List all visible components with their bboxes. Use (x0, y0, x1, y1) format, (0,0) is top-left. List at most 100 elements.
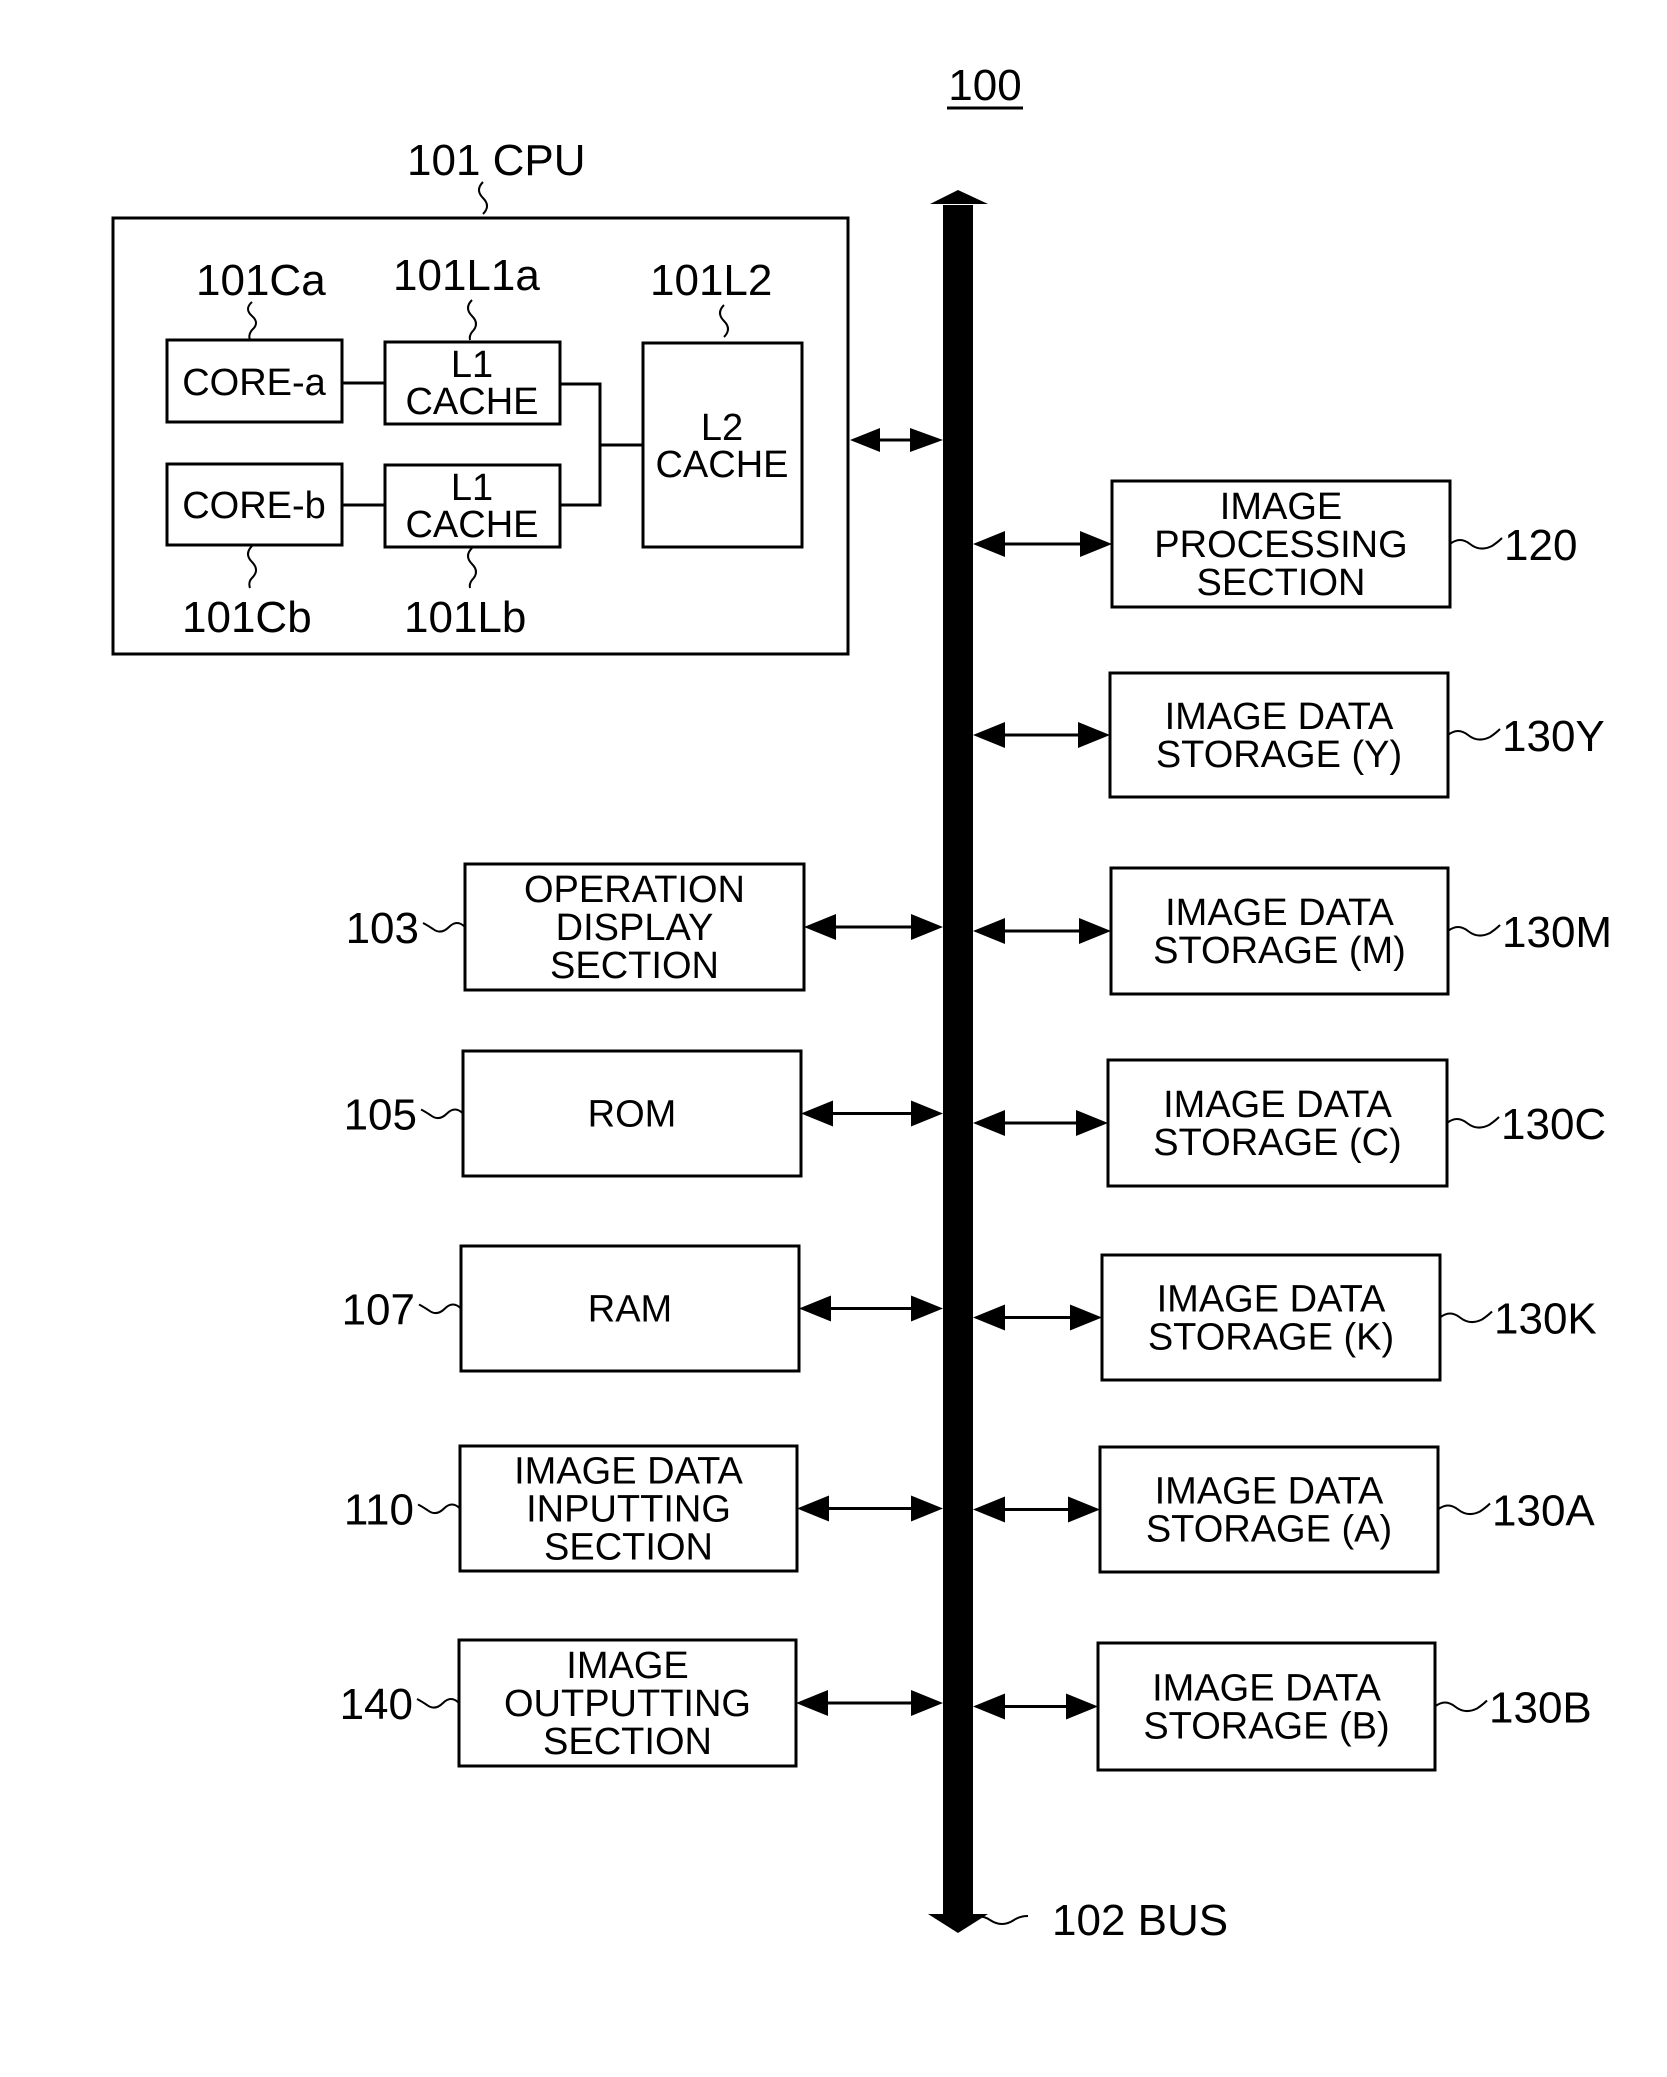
arrowhead-right (1080, 531, 1112, 557)
reference-leader (416, 1698, 460, 1709)
block-105: ROM 105 (344, 1049, 943, 1178)
reference-leader (1447, 728, 1501, 741)
arrowhead-left (973, 1304, 1005, 1331)
arrowhead-left (801, 1100, 833, 1127)
block-reference: 130K (1494, 1295, 1597, 1344)
reference-leader (418, 1303, 462, 1315)
reference-leader (422, 922, 466, 933)
arrowhead-left (804, 914, 836, 940)
block-reference: 130A (1492, 1487, 1595, 1536)
arrowhead-right (1066, 1693, 1098, 1720)
reference-leader (1446, 1116, 1500, 1129)
cpu-bus-connector (850, 428, 943, 452)
block-label-line: STORAGE (A) (1146, 1509, 1392, 1551)
block-label-line: STORAGE (K) (1148, 1317, 1394, 1359)
l1-b-ref: 101Lb (404, 593, 526, 642)
block-140: IMAGEOUTPUTTINGSECTION 140 (340, 1638, 943, 1768)
block-label-line: IMAGE DATA (1152, 1668, 1381, 1710)
block-130y: IMAGE DATASTORAGE (Y) 130Y (973, 671, 1605, 799)
bus-ref-label: 102 BUS (1052, 1896, 1228, 1945)
block-reference: 130C (1501, 1100, 1606, 1149)
block-130k: IMAGE DATASTORAGE (K) 130K (973, 1253, 1597, 1382)
arrowhead-right (911, 1100, 943, 1127)
arrowhead-right (1078, 722, 1110, 748)
l1-b-line1: L1 (451, 467, 493, 509)
arrowhead-left (850, 428, 880, 452)
block-reference: 103 (346, 904, 419, 953)
arrowhead-right (911, 1690, 943, 1716)
block-label-line: ROM (588, 1094, 677, 1136)
block-label-line: SECTION (1197, 562, 1366, 604)
block-reference: 130B (1489, 1684, 1592, 1733)
block-label-line: STORAGE (Y) (1156, 734, 1402, 776)
arrowhead-right (1079, 918, 1111, 944)
l1-b-line2: CACHE (405, 504, 538, 546)
block-130m: IMAGE DATASTORAGE (M) 130M (973, 866, 1612, 996)
cpu-leader-line (478, 181, 488, 215)
cpu-block: 101 CPU 101Ca CORE-a 101L1a L1 CACHE 101… (111, 136, 850, 656)
bus-bar (943, 205, 973, 1915)
block-label-line: STORAGE (C) (1153, 1122, 1401, 1164)
block-label-line: IMAGE (566, 1645, 688, 1687)
block-reference: 110 (344, 1486, 414, 1535)
cpu-ref-label: 101 CPU (407, 136, 586, 185)
arrowhead-left (797, 1495, 829, 1522)
arrowhead-left (973, 1693, 1005, 1720)
block-label-line: IMAGE (1220, 486, 1342, 528)
l1-a-line1: L1 (451, 344, 493, 386)
block-label-line: OUTPUTTING (504, 1683, 751, 1725)
l1-a-ref: 101L1a (393, 251, 540, 300)
block-label-line: IMAGE DATA (514, 1451, 743, 1493)
block-label-line: IMAGE DATA (1155, 1471, 1384, 1513)
block-120: IMAGEPROCESSINGSECTION 120 (973, 479, 1577, 609)
arrowhead-right (1070, 1304, 1102, 1331)
block-label-line: IMAGE DATA (1163, 1084, 1392, 1126)
block-label-line: DISPLAY (556, 907, 714, 949)
block-label-line: PROCESSING (1154, 524, 1407, 566)
arrowhead-right (1068, 1496, 1100, 1523)
reference-leader (1447, 924, 1501, 937)
right-blocks: IMAGEPROCESSINGSECTION120IMAGE DATASTORA… (973, 479, 1612, 1772)
block-label-line: STORAGE (M) (1153, 930, 1406, 972)
block-130b: IMAGE DATASTORAGE (B) 130B (973, 1641, 1592, 1772)
l2-line1: L2 (701, 407, 743, 449)
block-label-line: SECTION (550, 945, 719, 987)
arrowhead-left (973, 722, 1005, 748)
block-reference: 107 (342, 1286, 415, 1335)
block-107: RAM 107 (342, 1244, 943, 1373)
block-130c: IMAGE DATASTORAGE (C) 130C (973, 1058, 1606, 1188)
block-label-line: RAM (588, 1289, 672, 1331)
core-b-ref: 101Cb (182, 593, 312, 642)
block-reference: 105 (344, 1091, 417, 1140)
arrowhead-right (911, 914, 943, 940)
reference-leader (420, 1108, 464, 1120)
reference-leader (1437, 1502, 1491, 1516)
reference-leader (1434, 1699, 1488, 1713)
core-b-label: CORE-b (182, 485, 326, 527)
block-reference: 130M (1502, 908, 1612, 957)
arrowhead-left (796, 1690, 828, 1716)
arrowhead-left (973, 1496, 1005, 1523)
reference-leader (1439, 1310, 1493, 1324)
block-label-line: IMAGE DATA (1165, 696, 1394, 738)
bus-top-arrowhead (930, 190, 988, 204)
arrowhead-left (973, 1110, 1005, 1136)
left-blocks: OPERATIONDISPLAYSECTION103ROM105RAM107IM… (340, 862, 943, 1768)
block-reference: 120 (1504, 521, 1577, 570)
block-label-line: IMAGE DATA (1157, 1279, 1386, 1321)
l1-a-line2: CACHE (405, 381, 538, 423)
block-label-line: OPERATION (524, 869, 745, 911)
block-reference: 130Y (1502, 712, 1605, 761)
arrowhead-left (973, 918, 1005, 944)
block-label-line: SECTION (543, 1721, 712, 1763)
block-reference: 140 (340, 1680, 413, 1729)
arrowhead-right (911, 1295, 943, 1322)
block-diagram: 100 101 CPU 101Ca CORE-a 101L1a L1 CACHE… (111, 61, 1612, 1945)
arrowhead-right (1076, 1110, 1108, 1136)
core-a-ref: 101Ca (196, 256, 326, 305)
arrowhead-right (910, 428, 943, 452)
figure-reference: 100 (948, 61, 1021, 110)
reference-leader (417, 1503, 461, 1515)
block-label-line: IMAGE DATA (1165, 892, 1394, 934)
arrowhead-left (973, 531, 1005, 557)
